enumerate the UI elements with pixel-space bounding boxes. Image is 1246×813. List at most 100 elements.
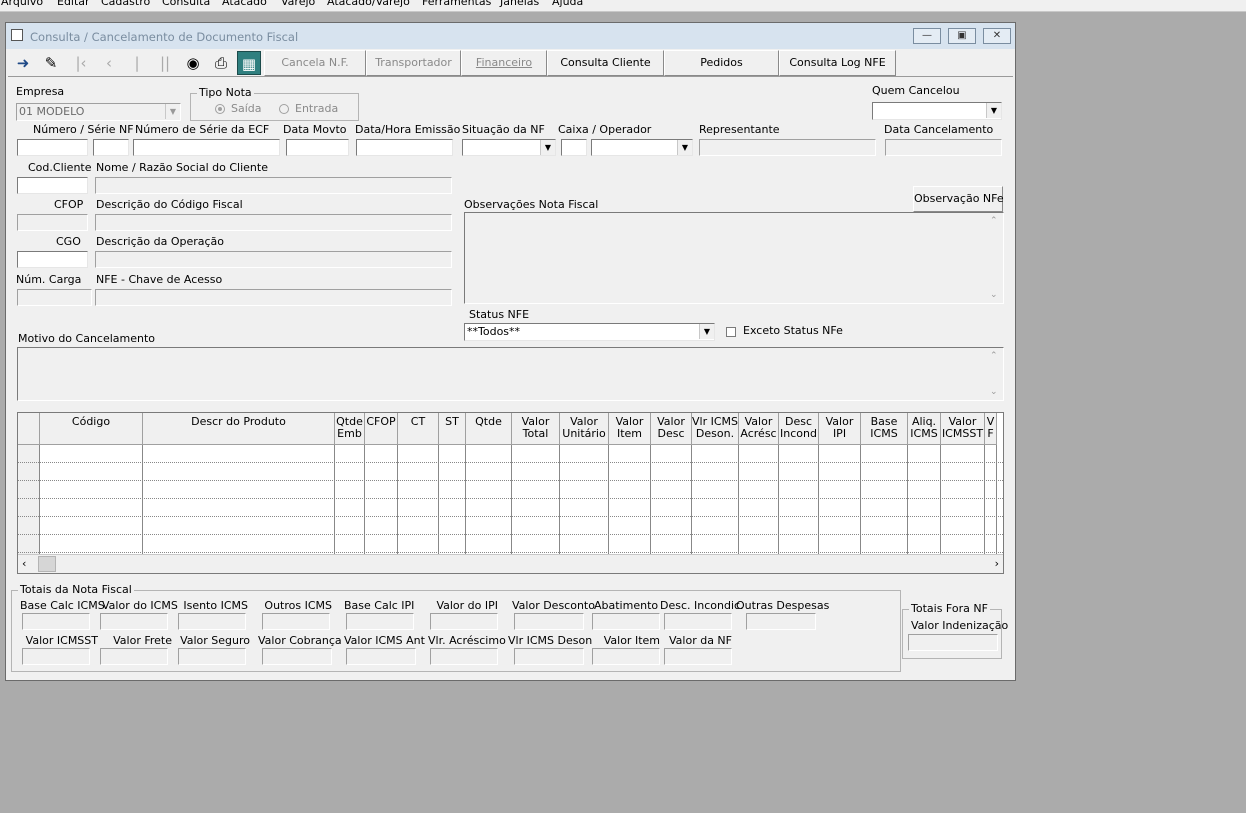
minimize-icon[interactable]: — — [913, 28, 941, 44]
totais-field — [592, 613, 660, 630]
pedidos-button[interactable]: Pedidos — [664, 50, 779, 76]
quem-cancelou-select[interactable]: ▼ — [872, 102, 1002, 120]
scrollbar[interactable]: ⌃ ⌄ — [987, 348, 1003, 400]
observacoes-memo[interactable]: ⌃ ⌄ — [464, 212, 1004, 304]
cgo-field[interactable] — [17, 251, 88, 268]
chevron-down-icon[interactable]: ▼ — [699, 324, 714, 339]
observacao-nfe-button[interactable]: Observação NFe — [913, 186, 1004, 212]
grid-column-header[interactable]: Valor IPI — [819, 413, 861, 445]
num-carga-field — [17, 289, 92, 306]
menu-arquivo[interactable]: Arquivo — [1, 0, 43, 8]
menu-ferramentas[interactable]: Ferramentas — [422, 0, 491, 8]
serie-ecf-field[interactable] — [133, 139, 280, 156]
table-row[interactable] — [18, 481, 1003, 499]
totais-field — [746, 613, 816, 630]
prev-record-icon[interactable]: ‹ — [97, 51, 121, 75]
grid-column-header[interactable]: Valor Item — [609, 413, 651, 445]
menu-ajuda[interactable]: Ajuda — [552, 0, 583, 8]
grid-column-header[interactable]: Valor Unitário — [560, 413, 609, 445]
scroll-thumb[interactable] — [38, 556, 56, 572]
menu-atacado[interactable]: Atacado — [222, 0, 267, 8]
table-row[interactable] — [18, 517, 1003, 535]
totais-field — [592, 648, 660, 665]
chevron-down-icon[interactable]: ▼ — [540, 140, 555, 155]
chevron-down-icon[interactable]: ▼ — [986, 103, 1001, 118]
consulta-log-nfe-button[interactable]: Consulta Log NFE — [779, 50, 896, 76]
last-record-icon[interactable]: || — [153, 51, 177, 75]
status-nfe-select[interactable]: **Todos** ▼ — [464, 323, 715, 341]
situacao-nf-select[interactable]: ▼ — [462, 139, 556, 156]
totais-label: Valor Item — [603, 634, 660, 647]
totais-label: Valor Cobrança — [258, 634, 342, 647]
scroll-right-icon[interactable]: › — [995, 557, 999, 570]
binoculars-icon[interactable]: ◉ — [181, 51, 205, 75]
data-movto-field[interactable] — [286, 139, 349, 156]
exceto-status-checkbox[interactable] — [726, 327, 736, 337]
grid-column-header[interactable]: Vlr ICMS Deson. — [692, 413, 739, 445]
grid-column-header[interactable]: Desc Incond — [779, 413, 819, 445]
grid-column-header-text: F — [987, 427, 994, 440]
numero-nf-field[interactable] — [17, 139, 88, 156]
grid-column-header[interactable]: Base ICMS — [861, 413, 908, 445]
totais-label: Valor da NF — [669, 634, 732, 647]
totais-label: Valor Desconto — [512, 599, 595, 612]
table-row[interactable] — [18, 463, 1003, 481]
grid-column-header[interactable]: Valor Total — [512, 413, 560, 445]
grid-column-header[interactable]: Valor ICMSST — [941, 413, 985, 445]
grid-column-header[interactable]: Descr do Produto — [143, 413, 335, 445]
desc-cfop-field — [95, 214, 452, 231]
items-grid[interactable]: Código Descr do Produto Qtde Emb CFOP CT ST Qtd… — [17, 412, 1004, 574]
grid-column-header[interactable]: Valor Desc — [651, 413, 692, 445]
grid-column-header[interactable]: Aliq. ICMS — [908, 413, 941, 445]
consulta-cliente-button[interactable]: Consulta Cliente — [547, 50, 664, 76]
menu-varejo[interactable]: Varejo — [281, 0, 315, 8]
menu-cadastro[interactable]: Cadastro — [101, 0, 150, 8]
grid-column-header[interactable]: VF — [985, 413, 997, 445]
grid-column-header[interactable]: CT — [398, 413, 439, 445]
num-carga-label: Núm. Carga — [16, 273, 82, 286]
cod-cliente-field[interactable] — [17, 177, 88, 194]
grid-column-header[interactable]: Qtde Emb — [335, 413, 365, 445]
table-row[interactable] — [18, 499, 1003, 517]
cancela-nf-button[interactable]: Cancela N.F. — [264, 50, 366, 76]
table-row[interactable] — [18, 535, 1003, 553]
eraser-icon[interactable]: ✎ — [39, 51, 63, 75]
exit-icon[interactable]: ➜ — [11, 51, 35, 75]
chevron-down-icon[interactable]: ▼ — [165, 104, 180, 119]
empresa-select[interactable]: 01 MODELO ▼ — [16, 103, 181, 121]
saida-radio[interactable] — [215, 104, 225, 114]
data-hora-emissao-field[interactable] — [356, 139, 453, 156]
grid-column-header[interactable]: CFOP — [365, 413, 398, 445]
horizontal-scrollbar[interactable]: ‹ › — [18, 554, 1003, 573]
grid-column-header[interactable]: Qtde — [466, 413, 512, 445]
menu-editar[interactable]: Editar — [57, 0, 90, 8]
caixa-field[interactable] — [561, 139, 587, 156]
restore-icon[interactable]: ▣ — [948, 28, 976, 44]
grid-column-header[interactable]: ST — [439, 413, 466, 445]
printer-icon[interactable]: ⎙ — [209, 51, 233, 75]
operador-select[interactable]: ▼ — [591, 139, 693, 156]
next-record-icon[interactable]: | — [125, 51, 149, 75]
first-record-icon[interactable]: |‹ — [69, 51, 93, 75]
scroll-left-icon[interactable]: ‹ — [22, 557, 26, 570]
grid-column-header-text: Código — [71, 415, 111, 428]
table-row[interactable] — [18, 445, 1003, 463]
menu-consulta[interactable]: Consulta — [162, 0, 210, 8]
financeiro-button[interactable]: Financeiro — [461, 50, 547, 76]
grid-column-header[interactable]: Código — [40, 413, 143, 445]
entrada-radio[interactable] — [279, 104, 289, 114]
chevron-down-icon[interactable]: ▼ — [677, 140, 692, 155]
menu-janelas[interactable]: Janelas — [500, 0, 539, 8]
grid-column-header-text: IPI — [832, 427, 847, 440]
serie-nf-field[interactable] — [93, 139, 129, 156]
totais-label: Valor do IPI — [436, 599, 498, 612]
motivo-memo[interactable]: ⌃ ⌄ — [17, 347, 1004, 401]
grid-column-header[interactable]: Valor Acrésc — [739, 413, 779, 445]
totais-field — [100, 648, 168, 665]
spreadsheet-icon[interactable]: ▦ — [237, 51, 261, 75]
scrollbar[interactable]: ⌃ ⌄ — [987, 213, 1003, 303]
totais-field — [430, 648, 498, 665]
close-icon[interactable]: ✕ — [983, 28, 1011, 44]
transportador-button[interactable]: Transportador — [366, 50, 461, 76]
menu-atacado-varejo[interactable]: Atacado/Varejo — [327, 0, 410, 8]
